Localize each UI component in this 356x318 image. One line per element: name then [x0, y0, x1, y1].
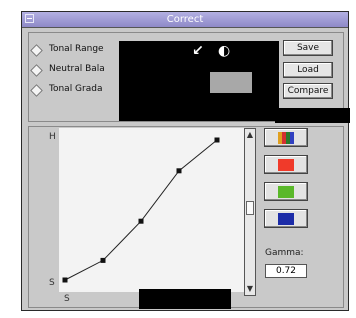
channel-blue-button[interactable] — [264, 209, 308, 228]
channel-rgb-button[interactable] — [264, 128, 308, 147]
window-title: Correct — [166, 14, 204, 25]
curve-control-point[interactable] — [100, 257, 106, 263]
system-menu-icon[interactable] — [25, 14, 34, 23]
curve-graph[interactable] — [59, 128, 249, 292]
curve-control-point[interactable] — [62, 277, 68, 283]
redacted-region — [139, 289, 231, 309]
gamma-input[interactable]: 0.72 — [265, 264, 307, 278]
radio-diamond-icon — [30, 64, 43, 77]
arrow-icon[interactable]: ↙ — [192, 44, 204, 58]
red-swatch-icon — [278, 159, 294, 171]
vertical-scrollbar[interactable]: ▲ ▼ — [244, 128, 256, 296]
curve-svg[interactable] — [59, 128, 249, 292]
y-axis-top-label: H — [49, 132, 56, 142]
green-swatch-icon — [278, 186, 294, 198]
radio-diamond-icon — [30, 84, 43, 97]
preview-box — [210, 72, 252, 93]
curve-line — [64, 139, 218, 281]
rgb-swatch-icon — [278, 132, 294, 144]
circle-icon[interactable]: ◐ — [218, 44, 230, 58]
scroll-up-icon[interactable]: ▲ — [246, 130, 254, 140]
gamma-label: Gamma: — [265, 248, 304, 258]
x-axis-label: S — [64, 294, 70, 304]
curve-control-point[interactable] — [214, 137, 220, 143]
y-axis-bottom-label: S — [49, 278, 55, 288]
title-bar: Correct — [22, 12, 348, 28]
curve-control-point[interactable] — [138, 218, 144, 224]
radio-diamond-icon — [30, 44, 43, 57]
redacted-region — [275, 108, 350, 123]
compare-button[interactable]: Compare — [283, 83, 333, 99]
channel-red-button[interactable] — [264, 155, 308, 174]
scroll-down-icon[interactable]: ▼ — [246, 284, 254, 294]
save-button[interactable]: Save — [283, 40, 333, 56]
scroll-thumb[interactable] — [246, 201, 254, 215]
curve-control-point[interactable] — [176, 168, 182, 174]
correct-window: Correct Tonal Range Neutral Bala Tonal G… — [21, 11, 350, 311]
load-button[interactable]: Load — [283, 62, 333, 78]
channel-green-button[interactable] — [264, 182, 308, 201]
blue-swatch-icon — [278, 213, 294, 225]
